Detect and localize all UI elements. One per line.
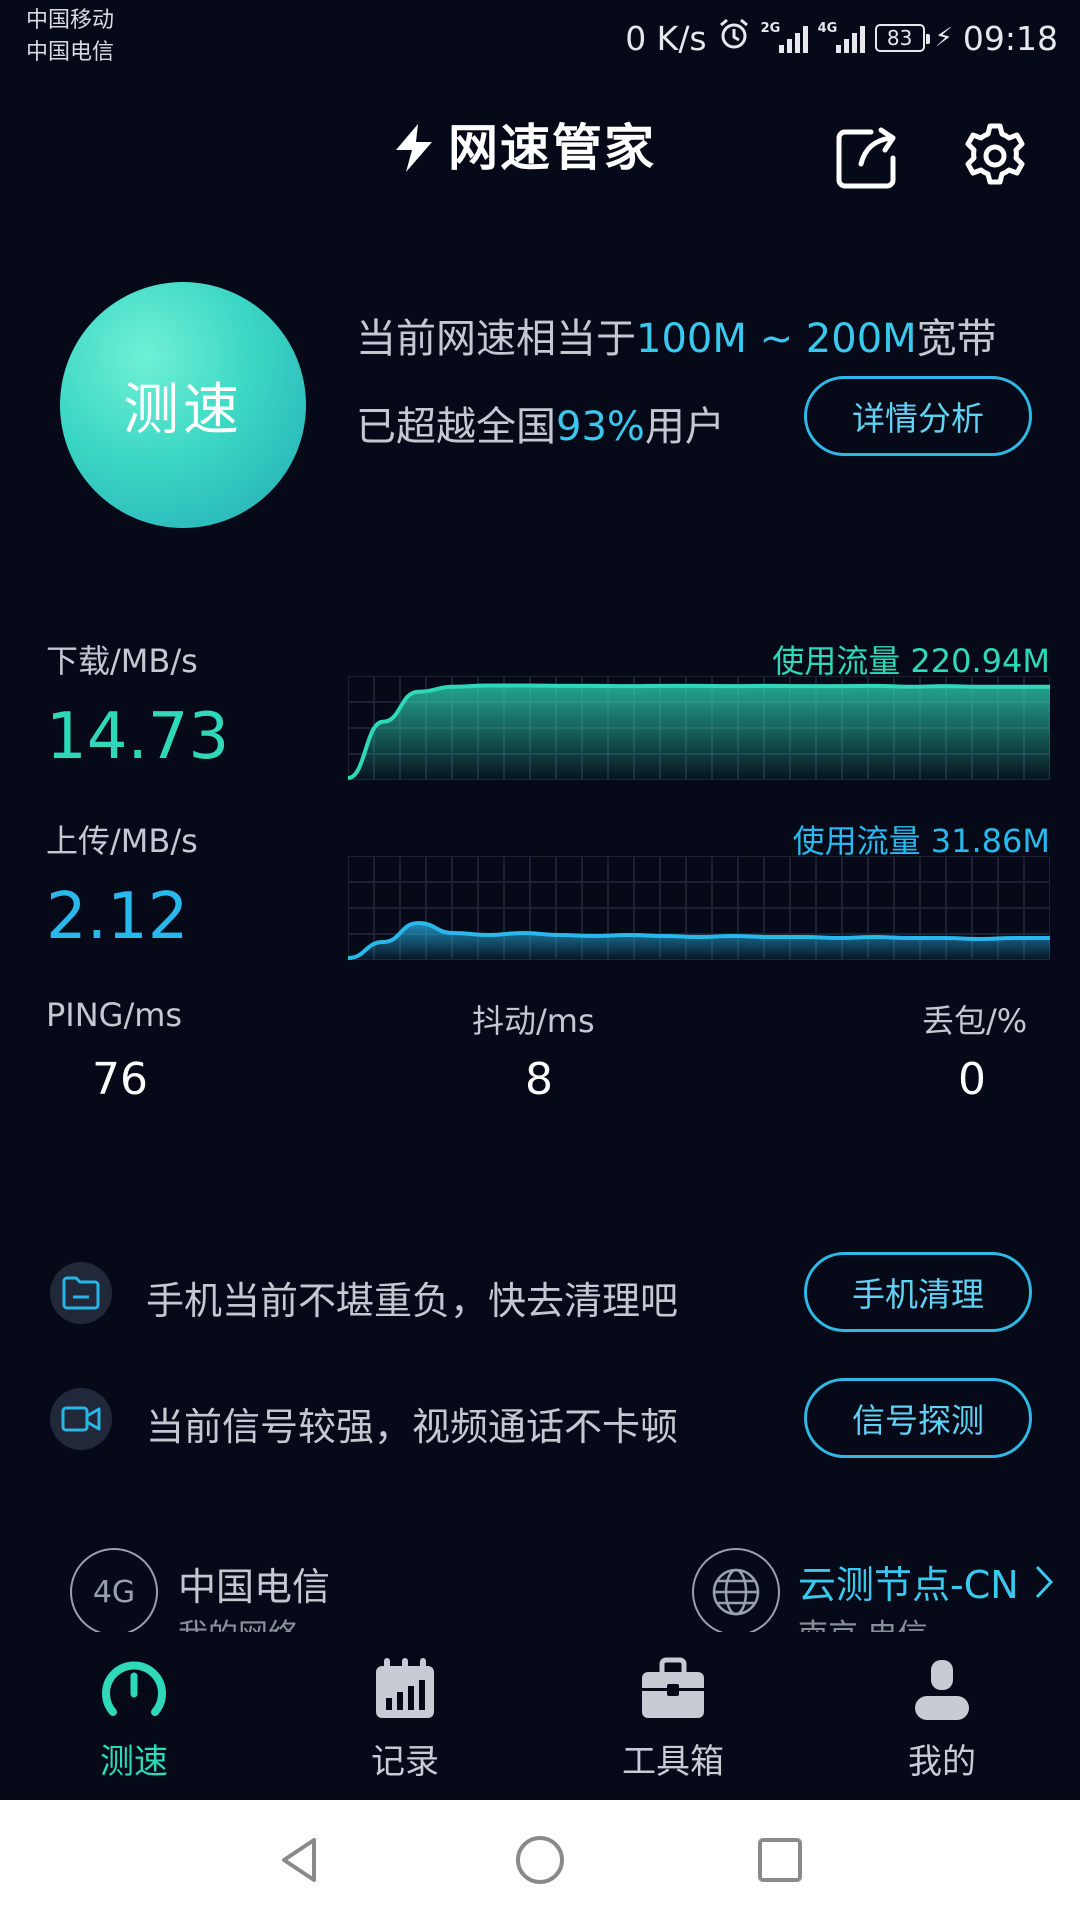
signal-4g-icon: 4G: [818, 21, 865, 53]
status-bar-right: 0 K/s 2G 4G 83 ⚡ 09:18: [625, 18, 1058, 58]
download-value: 14.73: [46, 700, 230, 774]
speedometer-icon: [102, 1661, 166, 1716]
ranking-text: 已超越全国93%用户: [356, 404, 725, 450]
detail-analysis-button[interactable]: 详情分析: [804, 376, 1032, 456]
signal-2g-icon: 2G: [761, 21, 808, 53]
packet-loss-value: 0: [958, 1054, 986, 1105]
nav-profile[interactable]: 我的: [862, 1654, 1022, 1783]
signal-detect-button[interactable]: 信号探测: [804, 1378, 1032, 1458]
network-carrier: 中国电信: [178, 1565, 331, 1609]
test-node-link[interactable]: 云测节点-CN: [798, 1554, 1055, 1609]
network-type-badge: 4G: [70, 1548, 158, 1632]
nav-toolbox[interactable]: 工具箱: [593, 1654, 753, 1783]
app-logo-icon: [388, 120, 442, 180]
jitter-value: 8: [525, 1054, 553, 1105]
settings-button[interactable]: [950, 116, 1040, 196]
bandwidth-range: 100M ~ 200M: [636, 316, 917, 362]
ping-value: 76: [92, 1054, 148, 1105]
chevron-right-icon: [1035, 1565, 1053, 1598]
speed-test-button[interactable]: 测速: [60, 282, 306, 528]
charging-icon: ⚡: [934, 23, 953, 53]
packet-loss-label: 丢包/%: [922, 1002, 1028, 1040]
download-area: [348, 685, 1050, 780]
toolbox-icon: [642, 1657, 704, 1718]
upload-chart: [348, 856, 1050, 960]
share-icon: [836, 127, 896, 189]
upload-area: [348, 923, 1050, 960]
network-info-row: 4G 中国电信 我的网络 云测节点-CN 南京 电信: [0, 1540, 1080, 1632]
video-camera-icon: [50, 1388, 112, 1450]
nav-speed-test[interactable]: 测速: [54, 1654, 214, 1783]
ping-label: PING/ms: [46, 996, 183, 1034]
upload-label: 上传/MB/s: [46, 822, 198, 860]
gear-icon: [965, 123, 1025, 185]
user-icon: [915, 1660, 969, 1720]
share-button[interactable]: [822, 118, 912, 198]
download-label: 下载/MB/s: [46, 642, 198, 680]
alarm-icon: [717, 17, 751, 59]
download-chart: [348, 676, 1050, 780]
tip-signal-text: 当前信号较强，视频通话不卡顿: [146, 1405, 679, 1449]
calendar-chart-icon: [376, 1658, 434, 1718]
nav-records[interactable]: 记录: [325, 1654, 485, 1783]
net-speed: 0 K/s: [625, 18, 707, 58]
recents-icon[interactable]: [754, 1834, 806, 1886]
jitter-label: 抖动/ms: [472, 1002, 595, 1040]
clock: 09:18: [962, 18, 1058, 58]
folder-icon: [50, 1262, 112, 1324]
globe-icon: [692, 1548, 780, 1632]
system-navigation-bar: [0, 1800, 1080, 1920]
speed-equivalent-text: 当前网速相当于100M ~ 200M宽带: [356, 316, 997, 362]
carrier-1-label: 中国移动: [26, 8, 115, 33]
phone-cleanup-button[interactable]: 手机清理: [804, 1252, 1032, 1332]
ranking-percent: 93%: [556, 404, 645, 450]
tip-cleanup-text: 手机当前不堪重负，快去清理吧: [146, 1279, 679, 1323]
home-icon[interactable]: [514, 1834, 566, 1886]
test-node-title: 云测节点-CN: [798, 1563, 1019, 1607]
upload-value: 2.12: [46, 880, 189, 954]
app-title: 网速管家: [448, 119, 656, 177]
speed-test-label: 测速: [123, 377, 243, 443]
back-icon[interactable]: [274, 1834, 326, 1886]
network-carrier-sub: 我的网络: [178, 1610, 298, 1632]
battery-icon: 83: [874, 24, 930, 52]
test-node-sub: 南京 电信: [798, 1610, 928, 1632]
carrier-2-label: 中国电信: [26, 40, 115, 65]
